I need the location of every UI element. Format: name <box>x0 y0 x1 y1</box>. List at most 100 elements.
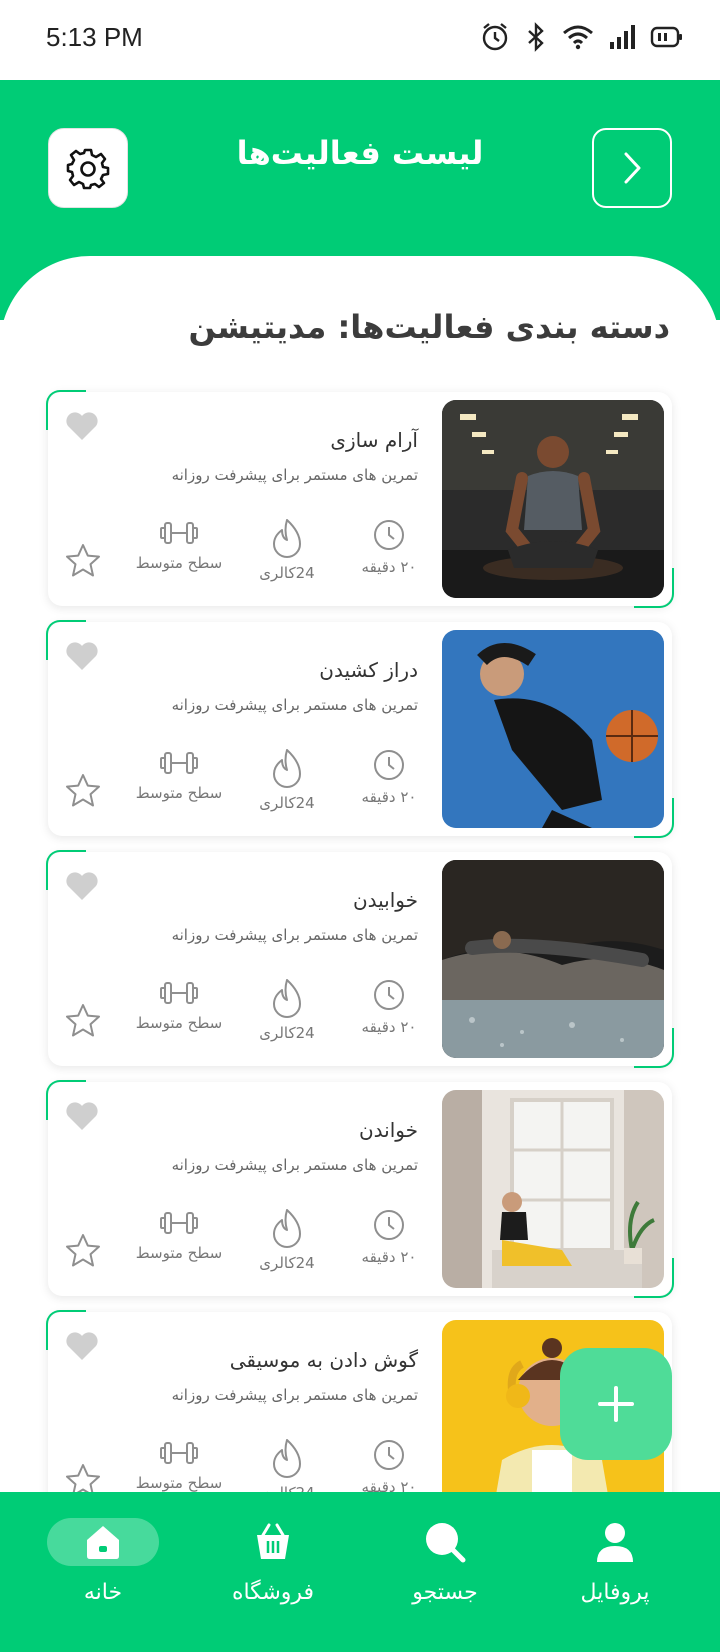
star-icon[interactable] <box>64 772 102 810</box>
home-icon <box>87 1526 119 1559</box>
calories-stat: 24کالری <box>232 978 342 1042</box>
clock-icon <box>374 980 404 1010</box>
calories-stat: 24کالری <box>232 748 342 812</box>
nav-item-search[interactable]: جستجو <box>370 1518 520 1605</box>
level-label: سطح متوسط <box>135 554 223 572</box>
calories-stat: 24کالری <box>232 1208 342 1272</box>
dumbbell-icon <box>160 1442 198 1464</box>
level-stat: سطح متوسط <box>124 518 234 572</box>
calories-label: 24کالری <box>259 1254 315 1272</box>
activity-title: خوابیدن <box>352 888 418 912</box>
nav-item-profile[interactable]: پروفایل <box>540 1518 690 1605</box>
duration-stat: ۲۰ دقیقه <box>334 978 444 1036</box>
activity-subtitle: تمرین های مستمر برای پیشرفت روزانه <box>171 1156 418 1174</box>
activity-card[interactable]: آرام سازی تمرین های مستمر برای پیشرفت رو… <box>46 390 674 608</box>
nav-item-shop[interactable]: فروشگاه <box>198 1518 348 1605</box>
activity-image <box>442 400 664 598</box>
calories-label: 24کالری <box>259 794 315 812</box>
content-sheet: دسته بندی فعالیت‌ها: مدیتیشن آرام سازی ت… <box>0 256 720 1496</box>
level-label: سطح متوسط <box>135 1014 223 1032</box>
heart-icon[interactable] <box>64 870 100 902</box>
level-label: سطح متوسط <box>135 1474 223 1492</box>
activity-title: خواندن <box>358 1118 418 1142</box>
duration-stat: ۲۰ دقیقه <box>334 748 444 806</box>
level-stat: سطح متوسط <box>124 1438 234 1492</box>
calories-label: 24کالری <box>259 564 315 582</box>
duration-label: ۲۰ دقیقه <box>361 558 417 576</box>
dumbbell-icon <box>160 752 198 774</box>
clock-icon <box>374 750 404 780</box>
heart-icon[interactable] <box>64 1100 100 1132</box>
search-icon <box>426 1523 466 1563</box>
battery-icon <box>650 26 682 48</box>
duration-stat: ۲۰ دقیقه <box>334 1438 444 1496</box>
gear-icon <box>66 148 110 190</box>
alarm-icon <box>482 23 508 51</box>
home-active-pill <box>47 1518 159 1566</box>
activity-subtitle: تمرین های مستمر برای پیشرفت روزانه <box>171 1386 418 1404</box>
nav-label-shop: فروشگاه <box>231 1580 315 1605</box>
duration-label: ۲۰ دقیقه <box>361 788 417 806</box>
flame-icon <box>273 519 301 558</box>
level-label: سطح متوسط <box>135 784 223 802</box>
nav-label-profile: پروفایل <box>580 1580 650 1605</box>
level-stat: سطح متوسط <box>124 748 234 802</box>
clock-icon <box>374 520 404 550</box>
plus-icon <box>598 1386 634 1422</box>
nav-item-home[interactable]: خانه <box>28 1518 178 1605</box>
activity-title: آرام سازی <box>330 428 418 452</box>
wifi-icon <box>563 25 593 50</box>
duration-stat: ۲۰ دقیقه <box>334 518 444 576</box>
flame-icon <box>273 979 301 1018</box>
status-bar: 5:13 PM <box>0 0 720 80</box>
activity-image <box>442 1090 664 1288</box>
duration-label: ۲۰ دقیقه <box>361 1248 417 1266</box>
bluetooth-icon <box>528 22 544 52</box>
chevron-right-icon <box>624 152 641 184</box>
clock-icon <box>374 1210 404 1240</box>
calories-stat: 24کالری <box>232 1438 342 1496</box>
heart-icon[interactable] <box>64 640 100 672</box>
category-heading: دسته بندی فعالیت‌ها: مدیتیشن <box>188 308 670 346</box>
calories-label: 24کالری <box>259 1024 315 1042</box>
nav-label-search: جستجو <box>412 1580 478 1605</box>
status-icons <box>480 22 684 52</box>
star-icon[interactable] <box>64 1002 102 1040</box>
flame-icon <box>273 1439 301 1478</box>
activity-subtitle: تمرین های مستمر برای پیشرفت روزانه <box>171 466 418 484</box>
flame-icon <box>273 1209 301 1248</box>
star-icon[interactable] <box>64 1462 102 1496</box>
page-title: لیست فعالیت‌ها <box>236 134 484 172</box>
bottom-nav: خانه فروشگاه جستجو پروفایل <box>0 1492 720 1652</box>
clock-icon <box>374 1440 404 1470</box>
level-label: سطح متوسط <box>135 1244 223 1262</box>
duration-label: ۲۰ دقیقه <box>361 1018 417 1036</box>
heart-icon[interactable] <box>64 1330 100 1362</box>
user-icon <box>597 1523 633 1562</box>
star-icon[interactable] <box>64 1232 102 1270</box>
status-time: 5:13 PM <box>46 22 143 52</box>
add-activity-button[interactable] <box>560 1348 672 1460</box>
level-stat: سطح متوسط <box>124 978 234 1032</box>
level-stat: سطح متوسط <box>124 1208 234 1262</box>
activity-image <box>442 860 664 1058</box>
flame-icon <box>273 749 301 788</box>
basket-icon <box>257 1523 289 1559</box>
nav-label-home: خانه <box>83 1580 123 1605</box>
activity-title: دراز کشیدن <box>319 658 418 682</box>
settings-button[interactable] <box>48 128 128 208</box>
activity-subtitle: تمرین های مستمر برای پیشرفت روزانه <box>171 696 418 714</box>
back-button[interactable] <box>592 128 672 208</box>
calories-stat: 24کالری <box>232 518 342 582</box>
duration-stat: ۲۰ دقیقه <box>334 1208 444 1266</box>
dumbbell-icon <box>160 522 198 544</box>
activity-card[interactable]: خوابیدن تمرین های مستمر برای پیشرفت روزا… <box>46 850 674 1068</box>
star-icon[interactable] <box>64 542 102 580</box>
heart-icon[interactable] <box>64 410 100 442</box>
activity-title: گوش دادن به موسیقی <box>229 1348 418 1372</box>
activity-card[interactable]: دراز کشیدن تمرین های مستمر برای پیشرفت ر… <box>46 620 674 838</box>
dumbbell-icon <box>160 982 198 1004</box>
activity-card[interactable]: خواندن تمرین های مستمر برای پیشرفت روزان… <box>46 1080 674 1298</box>
activity-image <box>442 630 664 828</box>
activity-subtitle: تمرین های مستمر برای پیشرفت روزانه <box>171 926 418 944</box>
